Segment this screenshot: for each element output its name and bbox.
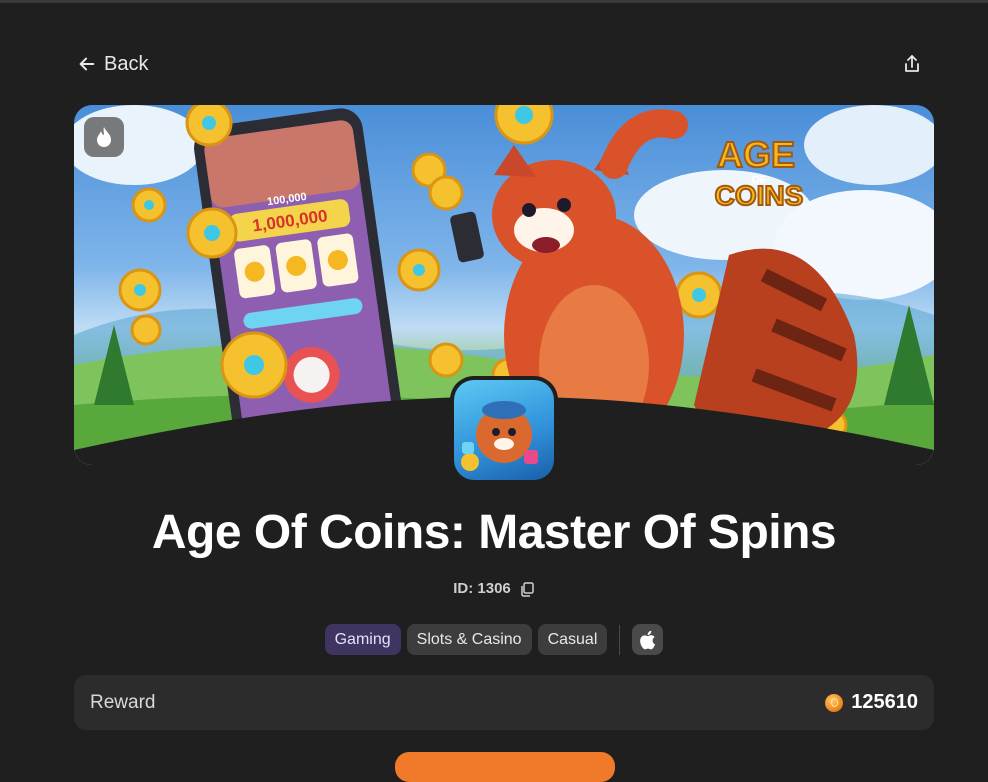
logo-line-coins: COINS — [715, 180, 804, 211]
back-button[interactable]: Back — [78, 53, 148, 76]
app-id-row: ID: 1306 — [0, 580, 988, 597]
tag-gaming[interactable]: Gaming — [324, 624, 401, 655]
reward-amount: 125610 — [825, 691, 918, 714]
reward-value: 125610 — [851, 691, 918, 713]
reward-label: Reward — [90, 691, 156, 713]
tag-label: Slots & Casino — [416, 630, 522, 648]
category-tags: Gaming Slots & Casino Casual — [0, 624, 988, 655]
flame-icon — [97, 127, 111, 147]
tag-casual[interactable]: Casual — [537, 624, 608, 655]
copy-id-button[interactable] — [519, 581, 535, 597]
apple-icon — [640, 630, 656, 649]
app-icon — [450, 376, 558, 484]
platform-ios-badge[interactable] — [632, 624, 664, 655]
logo-line-age: AGE — [717, 134, 795, 175]
copy-icon — [521, 581, 534, 597]
page-header: Back — [78, 50, 924, 78]
app-icon-image — [454, 380, 554, 480]
arrow-left-icon — [79, 57, 95, 71]
page-title: Age Of Coins: Master Of Spins — [151, 506, 837, 559]
coin-icon — [825, 693, 844, 712]
hot-badge — [84, 117, 124, 157]
tag-slots-casino[interactable]: Slots & Casino — [406, 624, 532, 655]
reward-card: Reward 125610 — [74, 675, 934, 730]
tag-divider — [619, 624, 621, 655]
tag-label: Gaming — [334, 630, 391, 648]
tag-label: Casual — [547, 630, 598, 648]
back-label: Back — [104, 52, 149, 75]
share-icon — [905, 55, 919, 72]
top-border — [0, 0, 988, 3]
app-id-label: ID: 1306 — [453, 580, 511, 597]
share-button[interactable] — [900, 52, 924, 76]
